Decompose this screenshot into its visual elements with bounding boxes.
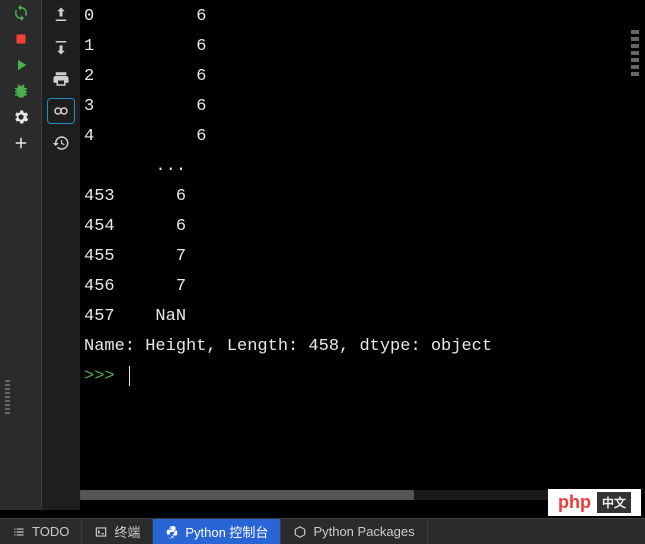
table-row: 2 6 — [84, 62, 641, 92]
tab-label: Python Packages — [313, 524, 414, 539]
minimap-mark — [631, 44, 639, 48]
export-up-icon[interactable] — [47, 2, 75, 28]
minimap-mark — [631, 72, 639, 76]
minimap[interactable] — [631, 30, 643, 120]
tool-window-tabs: TODO 终端 Python 控制台 Python Packages — [0, 518, 645, 544]
history-icon[interactable] — [47, 130, 75, 156]
minimap-mark — [631, 37, 639, 41]
console-toolbar — [42, 0, 80, 510]
packages-icon — [293, 525, 307, 539]
caret — [129, 366, 130, 386]
table-row: 456 7 — [84, 272, 641, 302]
watermark-php: php — [558, 492, 591, 513]
tab-label: Python 控制台 — [185, 522, 268, 541]
tab-label: 终端 — [114, 522, 140, 541]
tab-terminal[interactable]: 终端 — [82, 519, 153, 544]
python-console-output[interactable]: 0 6 1 6 2 6 3 6 4 6 ... 453 6 454 6 455 … — [80, 0, 645, 510]
scrollbar-thumb[interactable] — [80, 490, 414, 500]
python-icon — [165, 525, 179, 539]
terminal-icon — [94, 525, 108, 539]
settings-icon[interactable] — [10, 106, 32, 128]
table-row: 454 6 — [84, 212, 641, 242]
run-toolbar — [0, 0, 42, 510]
tab-label: TODO — [32, 524, 69, 539]
add-icon[interactable] — [10, 132, 32, 154]
tab-python-console[interactable]: Python 控制台 — [153, 519, 281, 544]
import-down-icon[interactable] — [47, 34, 75, 60]
list-icon — [12, 525, 26, 539]
minimap-mark — [631, 65, 639, 69]
table-row: 455 7 — [84, 242, 641, 272]
minimap-mark — [631, 51, 639, 55]
stop-icon[interactable] — [10, 28, 32, 50]
minimap-mark — [631, 58, 639, 62]
watermark: php 中文 — [548, 489, 641, 516]
reading-mode-icon[interactable] — [47, 98, 75, 124]
rerun-icon[interactable] — [10, 2, 32, 24]
table-row: 4 6 — [84, 122, 641, 152]
minimap-mark — [631, 30, 639, 34]
watermark-cn: 中文 — [597, 492, 631, 513]
tab-todo[interactable]: TODO — [0, 519, 82, 544]
table-row: 457 NaN — [84, 302, 641, 332]
table-row: 1 6 — [84, 32, 641, 62]
table-row: 3 6 — [84, 92, 641, 122]
print-icon[interactable] — [47, 66, 75, 92]
table-row: 453 6 — [84, 182, 641, 212]
tab-python-packages[interactable]: Python Packages — [281, 519, 427, 544]
drag-handle-icon[interactable] — [5, 380, 10, 416]
table-row: 0 6 — [84, 2, 641, 32]
prompt-line[interactable]: >>> — [84, 362, 641, 392]
run-icon[interactable] — [10, 54, 32, 76]
ellipsis: ... — [84, 152, 641, 182]
series-summary: Name: Height, Length: 458, dtype: object — [84, 332, 641, 362]
debug-icon[interactable] — [10, 80, 32, 102]
